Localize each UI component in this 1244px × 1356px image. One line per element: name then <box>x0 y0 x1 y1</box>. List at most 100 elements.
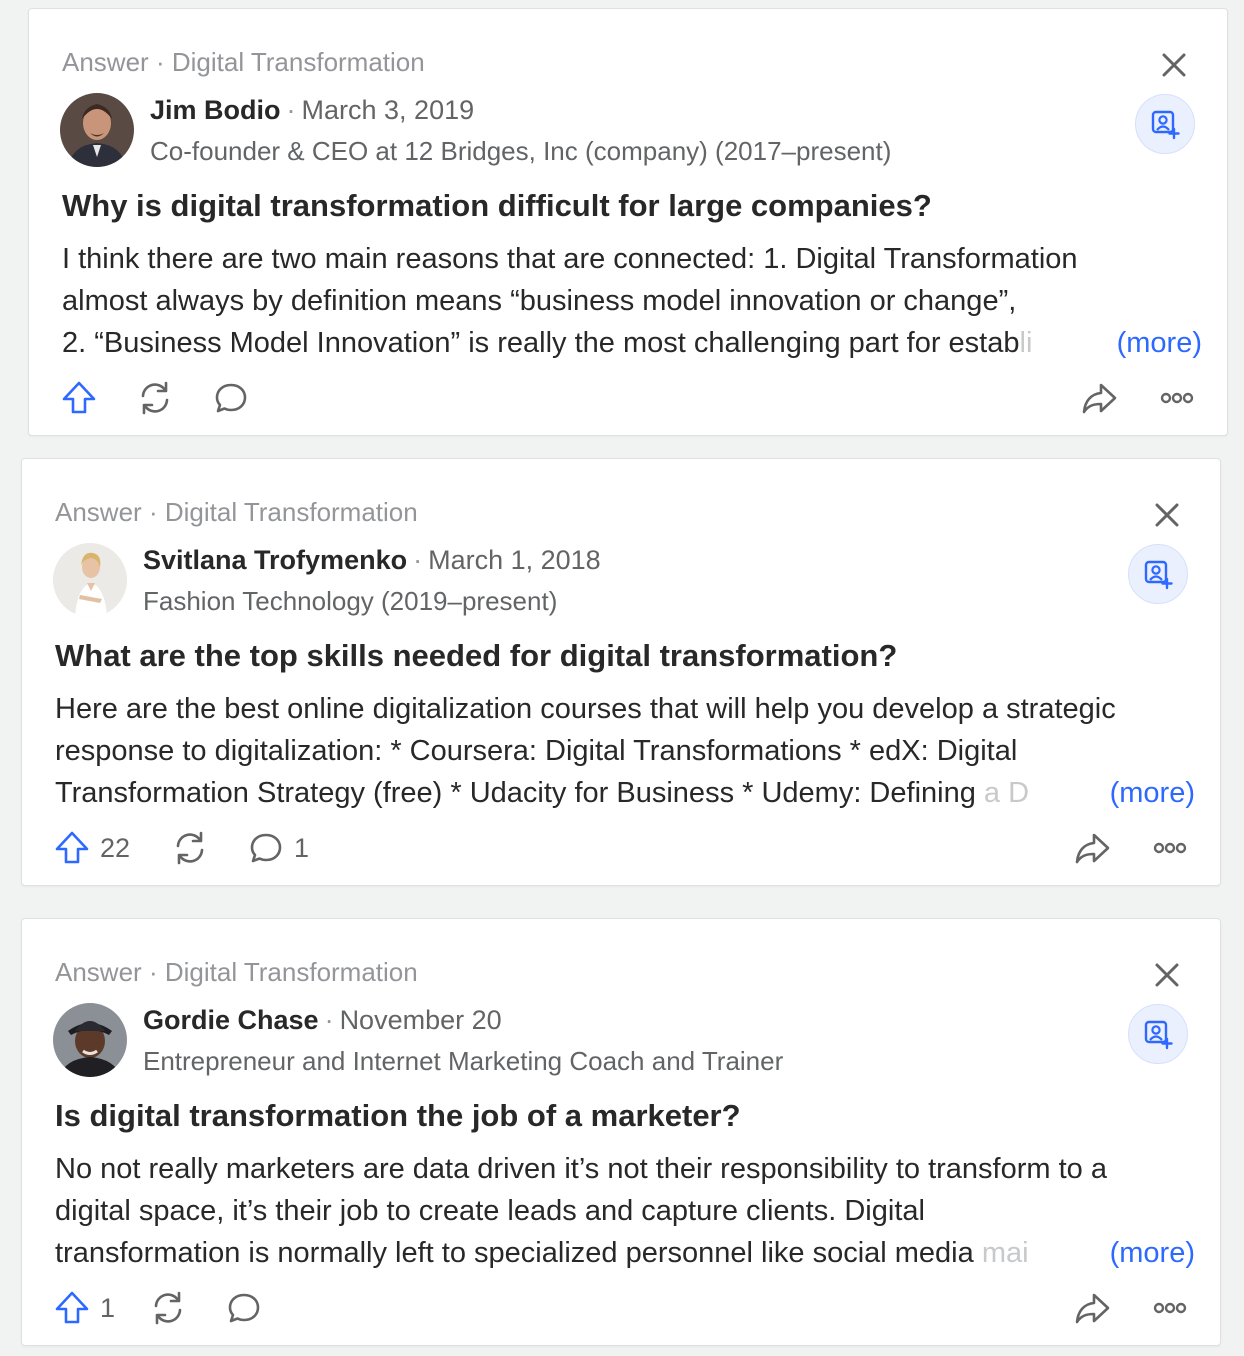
author-credential: Entrepreneur and Internet Marketing Coac… <box>143 1046 784 1076</box>
avatar[interactable] <box>53 543 127 617</box>
refresh-icon <box>154 1291 182 1325</box>
author-photo <box>53 1003 127 1077</box>
speech-bubble-icon <box>215 383 247 413</box>
meta-separator: · <box>155 47 165 77</box>
answer-excerpt[interactable]: No not really marketers are data driven … <box>55 1148 1195 1274</box>
action-bar <box>59 373 1197 423</box>
follow-button[interactable] <box>1135 94 1195 154</box>
share-button[interactable] <box>1079 373 1119 423</box>
share-button[interactable] <box>1072 823 1112 873</box>
author-name[interactable]: Jim Bodio <box>150 95 281 125</box>
answer-card: Answer · Digital Transformation Jim Bodi… <box>28 8 1228 436</box>
topic-link[interactable]: Digital Transformation <box>172 47 425 77</box>
excerpt-line: Here are the best online digitalization … <box>55 693 1116 725</box>
author-date-separator: · <box>286 95 296 125</box>
author-photo <box>53 543 127 617</box>
upvote-button[interactable]: 22 <box>52 823 130 873</box>
answer-meta: Answer · Digital Transformation <box>62 47 425 78</box>
share-arrow-icon <box>1075 833 1110 864</box>
excerpt-line: No not really marketers are data driven … <box>55 1153 1107 1185</box>
author-date-separator: · <box>324 1005 334 1035</box>
overflow-menu-button[interactable] <box>1157 373 1197 423</box>
dismiss-button[interactable] <box>1154 45 1194 85</box>
answer-date[interactable]: March 1, 2018 <box>428 545 601 575</box>
topic-link[interactable]: Digital Transformation <box>165 497 418 527</box>
excerpt-line: 2. “Business Model Innovation” is really… <box>62 322 1202 364</box>
arrow-up-icon <box>62 381 96 414</box>
action-bar: 1 <box>52 1283 1190 1333</box>
close-icon <box>1155 963 1179 987</box>
excerpt-text: transformation is normally left to speci… <box>55 1237 982 1269</box>
answer-card: Answer · Digital Transformation Svitlana… <box>21 458 1221 886</box>
content-type-label: Answer <box>55 497 142 527</box>
person-plus-icon <box>1151 110 1180 140</box>
overflow-menu-button[interactable] <box>1150 1283 1190 1333</box>
close-icon <box>1155 503 1179 527</box>
follow-button[interactable] <box>1128 544 1188 604</box>
more-link[interactable]: (more) <box>1103 1232 1195 1274</box>
comment-button[interactable] <box>211 373 259 423</box>
topic-link[interactable]: Digital Transformation <box>165 957 418 987</box>
share-rewind-button[interactable] <box>148 1283 188 1333</box>
avatar[interactable] <box>53 1003 127 1077</box>
more-link[interactable]: (more) <box>1103 772 1195 814</box>
excerpt-text: Transformation Strategy (free) * Udacity… <box>55 777 984 809</box>
overflow-menu-button[interactable] <box>1150 823 1190 873</box>
dismiss-button[interactable] <box>1147 495 1187 535</box>
more-link[interactable]: (more) <box>1110 322 1202 364</box>
follow-button[interactable] <box>1128 1004 1188 1064</box>
person-plus-icon <box>1144 1020 1173 1050</box>
excerpt-line: transformation is normally left to speci… <box>55 1232 1195 1274</box>
share-arrow-icon <box>1075 1293 1110 1324</box>
excerpt-fade-text: li <box>1019 327 1033 359</box>
excerpt-line: digital space, it’s their job to create … <box>55 1195 925 1227</box>
author-line: Jim Bodio · March 3, 2019 <box>150 95 474 126</box>
refresh-icon <box>176 831 204 865</box>
excerpt-line: response to digitalization: * Coursera: … <box>55 735 1018 767</box>
avatar[interactable] <box>60 93 134 167</box>
answer-excerpt[interactable]: I think there are two main reasons that … <box>62 238 1202 364</box>
answer-date[interactable]: March 3, 2019 <box>302 95 475 125</box>
author-credential: Co-founder & CEO at 12 Bridges, Inc (com… <box>150 136 892 166</box>
comment-count: 1 <box>294 832 310 863</box>
upvote-count: 22 <box>100 832 131 863</box>
share-rewind-button[interactable] <box>135 373 175 423</box>
share-arrow-icon <box>1082 383 1117 414</box>
answer-feed: Answer · Digital Transformation Jim Bodi… <box>0 0 1244 1356</box>
answer-excerpt[interactable]: Here are the best online digitalization … <box>55 688 1195 814</box>
arrow-up-icon <box>55 831 89 864</box>
refresh-icon <box>141 381 169 415</box>
question-title[interactable]: Is digital transformation the job of a m… <box>55 1098 741 1134</box>
author-line: Gordie Chase · November 20 <box>143 1005 502 1036</box>
dismiss-button[interactable] <box>1147 955 1187 995</box>
excerpt-fade-text: mai <box>981 1237 1029 1269</box>
excerpt-line: almost always by definition means “busin… <box>62 285 1017 317</box>
arrow-up-icon <box>55 1291 89 1324</box>
answer-meta: Answer · Digital Transformation <box>55 957 418 988</box>
upvote-button[interactable]: 1 <box>52 1283 115 1333</box>
author-name[interactable]: Svitlana Trofymenko <box>143 545 407 575</box>
content-type-label: Answer <box>55 957 142 987</box>
comment-button[interactable]: 1 <box>246 823 309 873</box>
upvote-button[interactable] <box>59 373 107 423</box>
excerpt-text: 2. “Business Model Innovation” is really… <box>62 327 1020 359</box>
share-button[interactable] <box>1072 1283 1112 1333</box>
more-dots-icon <box>1153 1302 1187 1314</box>
meta-separator: · <box>148 497 158 527</box>
close-icon <box>1162 53 1186 77</box>
answer-date[interactable]: November 20 <box>340 1005 502 1035</box>
comment-button[interactable] <box>224 1283 272 1333</box>
answer-meta: Answer · Digital Transformation <box>55 497 418 528</box>
upvote-count: 1 <box>100 1292 116 1323</box>
more-dots-icon <box>1153 842 1187 854</box>
more-dots-icon <box>1160 392 1194 404</box>
content-type-label: Answer <box>62 47 149 77</box>
share-rewind-button[interactable] <box>170 823 210 873</box>
excerpt-line: I think there are two main reasons that … <box>62 243 1078 275</box>
question-title[interactable]: Why is digital transformation difficult … <box>62 188 932 224</box>
question-title[interactable]: What are the top skills needed for digit… <box>55 638 897 674</box>
excerpt-fade-text: a D <box>983 777 1030 809</box>
action-bar: 22 1 <box>52 823 1190 873</box>
person-plus-icon <box>1144 560 1173 590</box>
author-name[interactable]: Gordie Chase <box>143 1005 319 1035</box>
